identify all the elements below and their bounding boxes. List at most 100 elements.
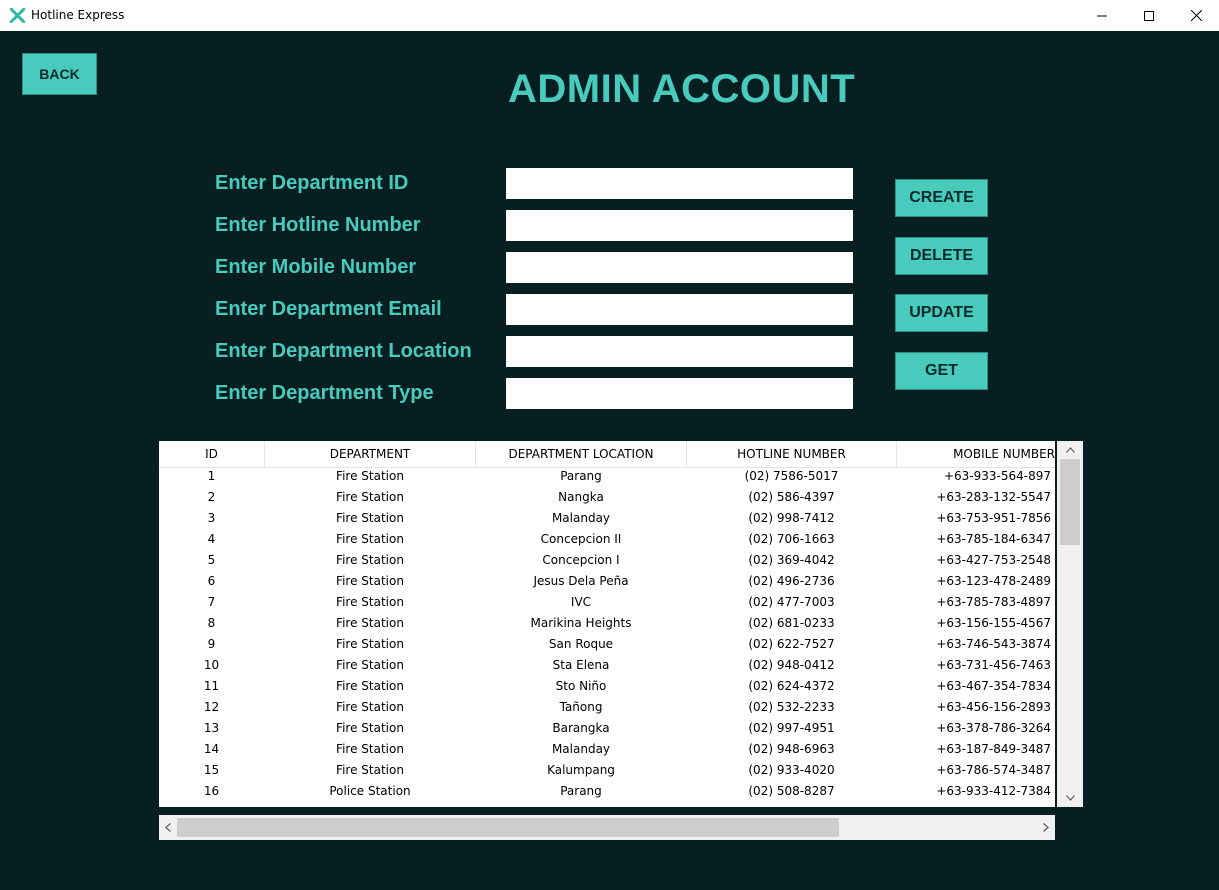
scroll-up-button[interactable] xyxy=(1057,441,1083,459)
table-row[interactable]: 5 Fire Station Concepcion I (02) 369-4042 +6… xyxy=(159,551,1055,572)
cell-hotline: (02) 369-4042 xyxy=(748,553,835,567)
department-table: ID DEPARTMENT DEPARTMENT LOCATION HOTLIN… xyxy=(159,441,1055,807)
cell-hotline: (02) 706-1663 xyxy=(748,532,835,546)
department-type-input[interactable] xyxy=(506,378,853,409)
cell-id: 8 xyxy=(207,616,216,630)
cell-mobile: +63-378-786-3264 xyxy=(936,721,1051,735)
column-header-mobile[interactable]: MOBILE NUMBER xyxy=(897,447,1055,461)
cell-id: 3 xyxy=(207,511,216,525)
get-button[interactable]: GET xyxy=(895,352,988,390)
department-id-input[interactable] xyxy=(506,168,853,199)
table-row[interactable]: 12 Fire Station Tañong (02) 532-2233 +63-456… xyxy=(159,698,1055,719)
table-row[interactable]: 9 Fire Station San Roque (02) 622-7527 +63-7… xyxy=(159,635,1055,656)
table-row[interactable]: 11 Fire Station Sto Niño (02) 624-4372 +63-4… xyxy=(159,677,1055,698)
cell-location: Malanday xyxy=(551,742,611,756)
cell-mobile: +63-427-753-2548 xyxy=(936,553,1051,567)
cell-mobile: +63-785-184-6347 xyxy=(936,532,1051,546)
cell-id: 12 xyxy=(203,700,220,714)
table-row[interactable]: 8 Fire Station Marikina Heights (02) 681-02… xyxy=(159,614,1055,635)
cell-location: Nangka xyxy=(558,490,604,504)
department-location-input[interactable] xyxy=(506,336,853,367)
cell-location: Sto Niño xyxy=(555,679,607,693)
delete-button[interactable]: DELETE xyxy=(895,237,988,275)
cell-id: 15 xyxy=(203,763,220,777)
cell-department: Police Station xyxy=(329,784,411,798)
cell-location: Parang xyxy=(560,469,602,483)
close-icon xyxy=(1190,10,1202,21)
cell-location: Kalumpang xyxy=(547,763,615,777)
cell-hotline: (02) 7586-5017 xyxy=(744,469,839,483)
cell-id: 10 xyxy=(203,658,220,672)
cell-hotline: (02) 998-7412 xyxy=(748,511,835,525)
table-row[interactable]: 1 Fire Station Parang (02) 7586-5017 +63-933… xyxy=(159,467,1055,488)
cell-hotline: (02) 622-7527 xyxy=(748,637,835,651)
horizontal-scroll-thumb[interactable] xyxy=(177,818,839,837)
cell-location: San Roque xyxy=(548,637,614,651)
cell-department: Fire Station xyxy=(336,763,404,777)
cell-hotline: (02) 586-4397 xyxy=(748,490,835,504)
cell-department: Fire Station xyxy=(336,616,404,630)
close-button[interactable] xyxy=(1173,0,1219,31)
cell-department: Fire Station xyxy=(336,658,404,672)
department-email-label: Enter Department Email xyxy=(215,298,442,320)
update-button[interactable]: UPDATE xyxy=(895,294,988,332)
cell-mobile: +63-467-354-7834 xyxy=(936,679,1051,693)
cell-department: Fire Station xyxy=(336,637,404,651)
title-bar: Hotline Express xyxy=(0,0,1219,31)
cell-hotline: (02) 948-0412 xyxy=(748,658,835,672)
vertical-scrollbar[interactable] xyxy=(1057,441,1083,807)
cell-id: 13 xyxy=(203,721,220,735)
cell-id: 5 xyxy=(207,553,216,567)
cell-location: Sta Elena xyxy=(552,658,610,672)
table-row[interactable]: 16 Police Station Parang (02) 508-8287 +63-9… xyxy=(159,782,1055,803)
table-row[interactable]: 10 Fire Station Sta Elena (02) 948-0412 +63-… xyxy=(159,656,1055,677)
column-header-location[interactable]: DEPARTMENT LOCATION xyxy=(476,447,686,461)
create-button[interactable]: CREATE xyxy=(895,179,988,217)
table-row[interactable]: 2 Fire Station Nangka (02) 586-4397 +63-283-… xyxy=(159,488,1055,509)
table-row[interactable]: 7 Fire Station IVC (02) 477-7003 +63-785-783… xyxy=(159,593,1055,614)
table-row[interactable]: 6 Fire Station Jesus Dela Peña (02) 496-273… xyxy=(159,572,1055,593)
scroll-down-button[interactable] xyxy=(1057,789,1083,807)
table-row[interactable]: 14 Fire Station Malanday (02) 948-6963 +63-1… xyxy=(159,740,1055,761)
cell-department: Fire Station xyxy=(336,511,404,525)
app-logo-icon xyxy=(10,8,25,23)
cell-location: Marikina Heights xyxy=(530,616,632,630)
back-button[interactable]: BACK xyxy=(22,53,97,95)
cell-mobile: +63-283-132-5547 xyxy=(936,490,1051,504)
table-row[interactable]: 13 Fire Station Barangka (02) 997-4951 +63-3… xyxy=(159,719,1055,740)
scroll-left-button[interactable] xyxy=(159,815,177,840)
mobile-number-input[interactable] xyxy=(506,252,853,283)
cell-id: 9 xyxy=(207,637,216,651)
minimize-button[interactable] xyxy=(1079,0,1125,31)
table-row[interactable]: 3 Fire Station Malanday (02) 998-7412 +63-75… xyxy=(159,509,1055,530)
table-row[interactable]: 15 Fire Station Kalumpang (02) 933-4020 +63-… xyxy=(159,761,1055,782)
minimize-icon xyxy=(1097,15,1107,16)
cell-id: 14 xyxy=(203,742,220,756)
hotline-number-input[interactable] xyxy=(506,210,853,241)
cell-mobile: +63-786-574-3487 xyxy=(936,763,1051,777)
department-location-label: Enter Department Location xyxy=(215,340,472,362)
vertical-scroll-thumb[interactable] xyxy=(1060,459,1080,545)
cell-id: 11 xyxy=(203,679,220,693)
cell-location: Concepcion II xyxy=(540,532,622,546)
maximize-icon xyxy=(1144,10,1154,21)
cell-mobile: +63-731-456-7463 xyxy=(936,658,1051,672)
column-header-id[interactable]: ID xyxy=(159,447,264,461)
table-row[interactable]: 4 Fire Station Concepcion II (02) 706-1663 +… xyxy=(159,530,1055,551)
cell-hotline: (02) 532-2233 xyxy=(748,700,835,714)
scroll-right-button[interactable] xyxy=(1037,815,1055,840)
column-header-department[interactable]: DEPARTMENT xyxy=(265,447,475,461)
cell-location: Tañong xyxy=(559,700,603,714)
mobile-number-label: Enter Mobile Number xyxy=(215,256,417,278)
column-header-hotline[interactable]: HOTLINE NUMBER xyxy=(687,447,896,461)
department-email-input[interactable] xyxy=(506,294,853,325)
maximize-button[interactable] xyxy=(1126,0,1172,31)
cell-hotline: (02) 681-0233 xyxy=(748,616,835,630)
cell-location: Malanday xyxy=(551,511,611,525)
cell-hotline: (02) 933-4020 xyxy=(748,763,835,777)
cell-mobile: +63-785-783-4897 xyxy=(936,595,1051,609)
cell-department: Fire Station xyxy=(336,553,404,567)
cell-mobile: +63-123-478-2489 xyxy=(936,574,1051,588)
cell-id: 2 xyxy=(207,490,216,504)
horizontal-scrollbar[interactable] xyxy=(159,815,1055,840)
